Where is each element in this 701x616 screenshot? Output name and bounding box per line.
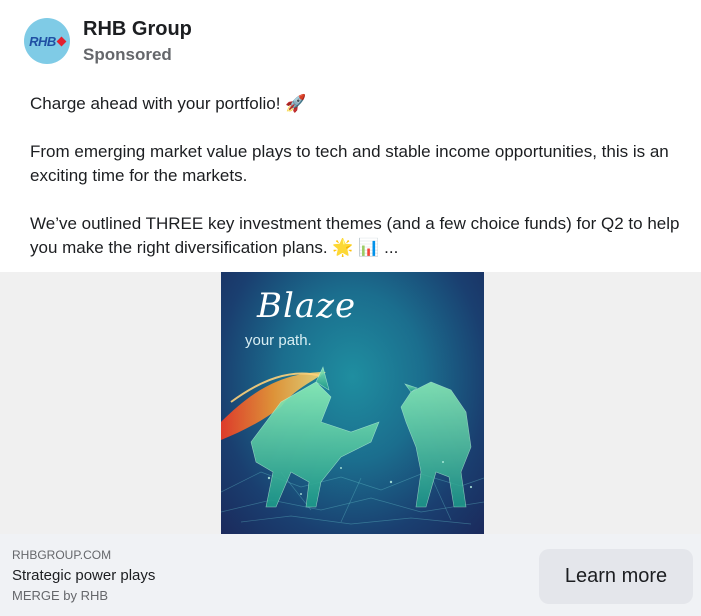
post-body: Charge ahead with your portfolio! 🚀 From… [30, 92, 680, 260]
post-body-line-3: We’ve outlined THREE key investment them… [30, 214, 680, 257]
learn-more-button[interactable]: Learn more [539, 549, 693, 604]
page-avatar[interactable]: RHB [24, 18, 70, 64]
link-headline: Strategic power plays [12, 567, 156, 584]
post-body-line-2: From emerging market value plays to tech… [30, 142, 669, 185]
rhb-diamond-icon [56, 36, 67, 46]
sponsored-label: Sponsored [83, 44, 172, 64]
post-body-line-1: Charge ahead with your portfolio! 🚀 [30, 94, 307, 113]
header-info: RHB Group Sponsored [83, 16, 192, 67]
link-domain: RHBGROUP.COM [12, 548, 112, 562]
post-header: RHB RHB Group Sponsored [24, 16, 192, 66]
creative-subline: your path. [245, 332, 312, 349]
page-name-link[interactable]: RHB Group [83, 16, 192, 42]
avatar-logo-text: RHB [29, 33, 56, 49]
creative-headline-script: Blaze [257, 286, 357, 326]
media-container: Blaze your path. [0, 272, 701, 534]
link-preview-footer[interactable]: RHBGROUP.COM Strategic power plays MERGE… [0, 534, 701, 616]
link-description: MERGE by RHB [12, 588, 109, 603]
sponsored-post-card: RHB RHB Group Sponsored Charge ahead wit… [0, 0, 701, 616]
ad-creative-image[interactable]: Blaze your path. [221, 272, 484, 534]
